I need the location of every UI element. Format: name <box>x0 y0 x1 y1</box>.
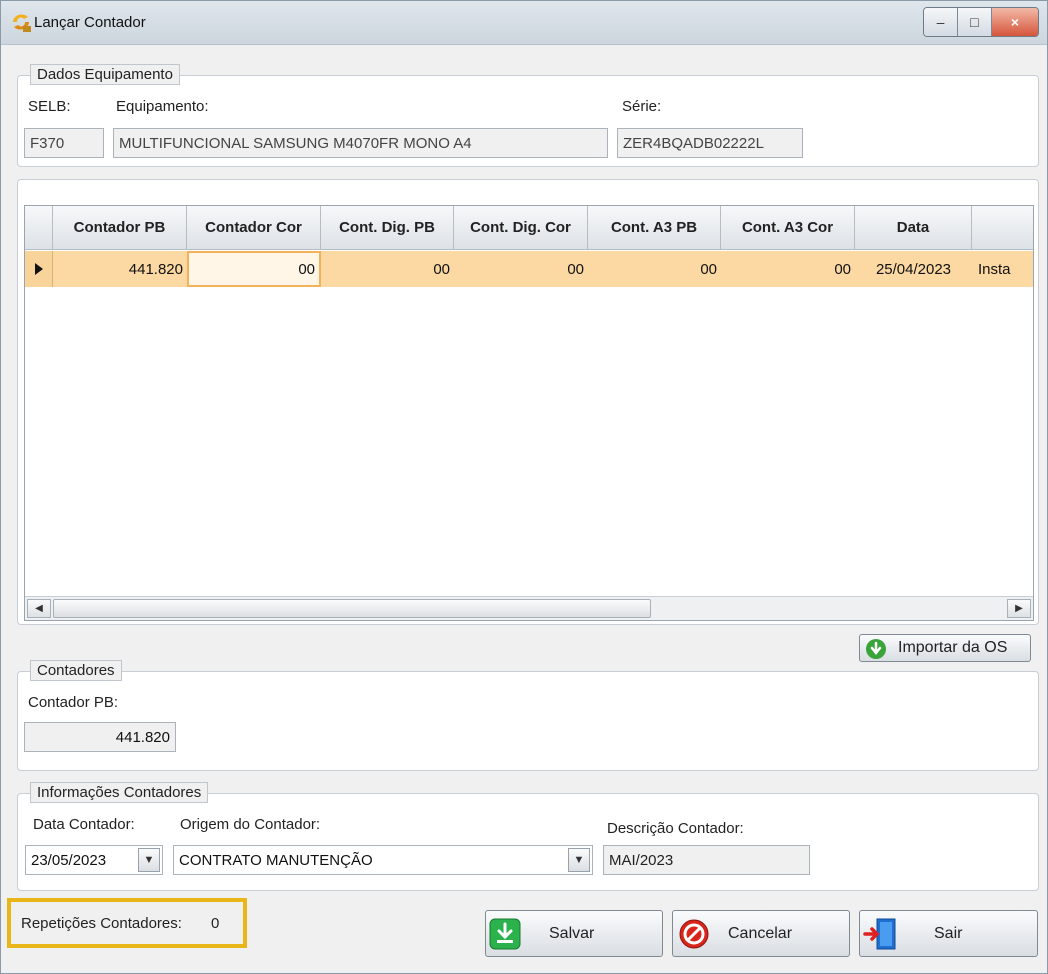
selb-field[interactable]: F370 <box>24 128 104 158</box>
contadores-legend: Contadores <box>30 660 122 681</box>
contadores-group: Contadores Contador PB: 441.820 <box>17 660 1039 771</box>
scroll-thumb[interactable] <box>53 599 651 618</box>
informacoes-contadores-group: Informações Contadores Data Contador: Or… <box>17 782 1039 891</box>
col-contador-pb[interactable]: Contador PB <box>53 206 187 250</box>
chevron-down-icon[interactable]: ▼ <box>138 848 160 872</box>
selb-label: SELB: <box>28 98 71 115</box>
repeticoes-value: 0 <box>211 915 220 932</box>
app-logo-icon <box>13 14 31 32</box>
salvar-label: Salvar <box>549 925 595 942</box>
cell-data[interactable]: 25/04/2023 <box>855 251 972 287</box>
col-cont-a3-pb[interactable]: Cont. A3 PB <box>588 206 721 250</box>
dados-equipamento-legend: Dados Equipamento <box>30 64 180 85</box>
informacoes-contadores-legend: Informações Contadores <box>30 782 209 803</box>
data-contador-select[interactable]: 23/05/2023 ▼ <box>25 845 163 875</box>
exit-door-icon <box>862 916 900 952</box>
col-cont-dig-pb[interactable]: Cont. Dig. PB <box>321 206 454 250</box>
cell-extra[interactable]: Insta <box>972 251 1033 287</box>
horizontal-scrollbar[interactable]: ◀ ▶ <box>25 596 1033 620</box>
cell-contador-cor[interactable]: 00 <box>187 251 321 287</box>
repeticoes-contadores-box: Repetições Contadores: 0 <box>7 898 247 948</box>
col-cont-dig-cor[interactable]: Cont. Dig. Cor <box>454 206 588 250</box>
contadores-grid[interactable]: Contador PB Contador Cor Cont. Dig. PB C… <box>24 205 1034 621</box>
importar-da-os-button[interactable]: Importar da OS <box>859 634 1031 662</box>
col-extra[interactable] <box>972 206 1033 250</box>
sair-button[interactable]: Sair <box>859 910 1038 957</box>
col-data[interactable]: Data <box>855 206 972 250</box>
save-download-icon <box>488 917 522 951</box>
contador-pb-field[interactable]: 441.820 <box>24 722 176 752</box>
col-contador-cor[interactable]: Contador Cor <box>187 206 321 250</box>
cell-contador-pb[interactable]: 441.820 <box>53 251 187 287</box>
cell-cont-dig-pb[interactable]: 00 <box>321 251 454 287</box>
serie-field[interactable]: ZER4BQADB02222L <box>617 128 803 158</box>
repeticoes-label: Repetições Contadores: <box>21 915 182 932</box>
row-selector-icon[interactable] <box>25 251 53 287</box>
window-controls: – □ × <box>923 7 1039 37</box>
equipamento-field[interactable]: MULTIFUNCIONAL SAMSUNG M4070FR MONO A4 <box>113 128 608 158</box>
cell-cont-a3-cor[interactable]: 00 <box>721 251 855 287</box>
dados-equipamento-group: Dados Equipamento SELB: Equipamento: Sér… <box>17 64 1039 167</box>
data-contador-label: Data Contador: <box>33 816 135 833</box>
lancar-contador-window: Lançar Contador – □ × Dados Equipamento … <box>0 0 1048 974</box>
scroll-right-icon[interactable]: ▶ <box>1007 599 1031 618</box>
origem-contador-label: Origem do Contador: <box>180 816 321 833</box>
window-title: Lançar Contador <box>34 14 146 31</box>
cell-cont-dig-cor[interactable]: 00 <box>454 251 588 287</box>
descricao-contador-label: Descrição Contador: <box>607 820 744 837</box>
import-refresh-icon <box>864 637 888 661</box>
origem-contador-value: CONTRATO MANUTENÇÃO <box>179 851 373 869</box>
col-cont-a3-cor[interactable]: Cont. A3 Cor <box>721 206 855 250</box>
maximize-button[interactable]: □ <box>957 8 992 36</box>
serie-label: Série: <box>622 98 662 115</box>
importar-da-os-label: Importar da OS <box>898 639 1008 656</box>
equipamento-label: Equipamento: <box>116 98 209 115</box>
contador-pb-label: Contador PB: <box>28 694 119 711</box>
minimize-button[interactable]: – <box>924 8 958 36</box>
cancel-icon <box>677 917 711 951</box>
table-row[interactable]: 441.820 00 00 00 00 00 25/04/2023 Insta <box>25 251 1033 287</box>
origem-contador-select[interactable]: CONTRATO MANUTENÇÃO ▼ <box>173 845 593 875</box>
chevron-down-icon[interactable]: ▼ <box>568 848 590 872</box>
grid-header: Contador PB Contador Cor Cont. Dig. PB C… <box>25 206 1033 250</box>
cell-cont-a3-pb[interactable]: 00 <box>588 251 721 287</box>
grid-header-corner <box>25 206 53 250</box>
salvar-button[interactable]: Salvar <box>485 910 663 957</box>
contadores-grid-panel: Contador PB Contador Cor Cont. Dig. PB C… <box>17 179 1039 625</box>
data-contador-value: 23/05/2023 <box>31 851 107 869</box>
sair-label: Sair <box>934 925 963 942</box>
cancelar-button[interactable]: Cancelar <box>672 910 850 957</box>
close-button[interactable]: × <box>991 8 1038 36</box>
descricao-contador-field[interactable]: MAI/2023 <box>603 845 810 875</box>
title-bar[interactable]: Lançar Contador – □ × <box>1 1 1047 45</box>
cancelar-label: Cancelar <box>728 925 793 942</box>
scroll-left-icon[interactable]: ◀ <box>27 599 51 618</box>
